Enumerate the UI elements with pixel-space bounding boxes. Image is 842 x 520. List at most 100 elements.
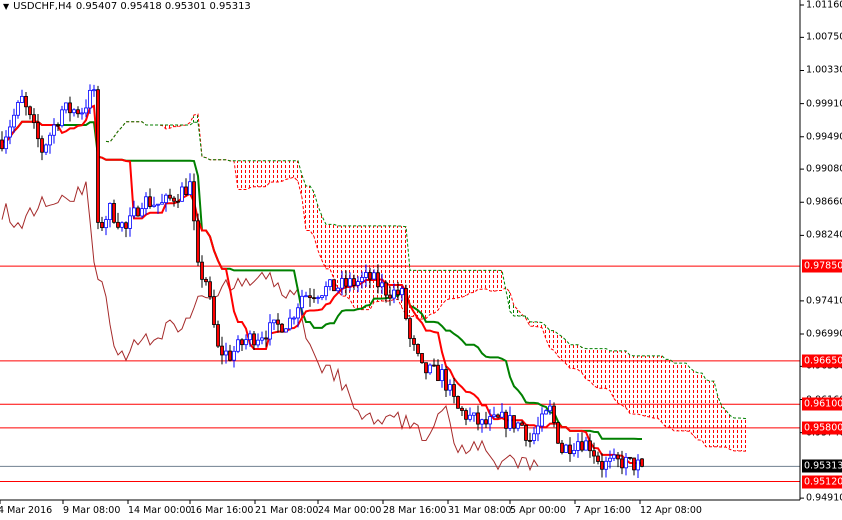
cloud-segment xyxy=(362,225,366,310)
bear-candle xyxy=(24,95,28,108)
bull-candle xyxy=(508,415,512,429)
x-axis-label: 21 Mar 08:00 xyxy=(255,505,319,516)
bull-candle xyxy=(540,413,544,427)
bear-candle xyxy=(384,282,388,296)
dropdown-triangle-icon[interactable]: ▼ xyxy=(3,2,9,11)
level-price-badge: 0.96650 xyxy=(802,354,842,368)
bear-candle xyxy=(252,333,256,346)
bull-candle xyxy=(128,215,132,229)
bull-candle xyxy=(224,350,228,356)
cloud-segment xyxy=(618,350,622,406)
bear-candle xyxy=(68,102,72,114)
bear-candle xyxy=(148,196,152,207)
y-axis-label: 0.98240 xyxy=(806,229,842,241)
cloud-segment xyxy=(482,270,486,290)
bull-candle xyxy=(336,287,340,292)
candles xyxy=(0,84,644,478)
bull-candle xyxy=(340,278,344,289)
cloud-segment xyxy=(486,270,490,291)
bull-candle xyxy=(480,419,484,425)
bull-candle xyxy=(300,295,304,309)
bear-candle xyxy=(560,442,564,453)
cloud-segment xyxy=(262,160,266,187)
bear-candle xyxy=(36,122,40,140)
cloud-segment xyxy=(454,270,458,299)
bull-candle xyxy=(64,102,68,111)
cloud-segment xyxy=(450,270,454,299)
cloud-segment xyxy=(570,344,574,369)
bull-candle xyxy=(180,186,184,202)
bear-candle xyxy=(388,294,392,299)
bear-candle xyxy=(220,345,224,356)
bear-candle xyxy=(464,410,468,420)
cloud-segment xyxy=(726,410,730,450)
bear-candle xyxy=(344,278,348,287)
bear-candle xyxy=(420,353,424,364)
bear-candle xyxy=(568,444,572,455)
cloud-segment xyxy=(594,348,598,389)
bull-candle xyxy=(576,441,580,451)
price-chart[interactable] xyxy=(0,0,842,520)
bull-candle xyxy=(88,89,92,109)
bull-candle xyxy=(236,339,240,352)
bull-candle xyxy=(20,95,24,103)
bear-candle xyxy=(56,124,60,127)
cloud-segment xyxy=(310,186,314,237)
bear-candle xyxy=(484,419,488,425)
cloud-segment xyxy=(286,160,290,180)
bull-candle xyxy=(448,384,452,391)
cloud-segment xyxy=(598,348,602,389)
bull-candle xyxy=(156,203,160,206)
bull-candle xyxy=(120,222,124,228)
cloud-segment xyxy=(282,160,286,182)
bull-candle xyxy=(4,136,8,150)
bear-candle xyxy=(216,324,220,347)
bear-candle xyxy=(228,350,232,361)
bear-candle xyxy=(176,200,180,203)
cloud-segment xyxy=(646,355,650,418)
cloud-segment xyxy=(694,371,698,440)
bull-candle xyxy=(380,282,384,288)
bull-candle xyxy=(428,364,432,374)
bear-candle xyxy=(280,323,284,333)
cloud-segment xyxy=(626,350,630,414)
bear-candle xyxy=(588,440,592,452)
cloud-segment xyxy=(678,363,682,431)
cloud-segment xyxy=(702,373,706,447)
cloud-segment xyxy=(722,406,726,448)
bull-candle xyxy=(364,272,368,278)
bear-candle xyxy=(76,109,80,115)
cloud-segment xyxy=(434,270,438,314)
cloud-segment xyxy=(550,330,554,351)
bull-candle xyxy=(516,422,520,429)
cloud-segment xyxy=(698,372,702,441)
bear-candle xyxy=(524,424,528,441)
cloud-segment xyxy=(458,270,462,298)
bull-candle xyxy=(284,328,288,333)
bull-candle xyxy=(8,126,12,138)
x-axis-label: 24 Mar 00:00 xyxy=(318,505,382,516)
bear-candle xyxy=(476,412,480,425)
x-axis-label: 12 Apr 08:00 xyxy=(640,505,702,516)
level-price-badge: 0.95120 xyxy=(802,475,842,489)
bull-candle xyxy=(232,350,236,361)
cloud-segment xyxy=(562,336,566,364)
cloud-segment xyxy=(738,417,742,452)
bull-candle xyxy=(544,410,548,415)
bull-candle xyxy=(328,279,332,288)
bear-candle xyxy=(312,297,316,300)
cloud-segment xyxy=(238,160,242,190)
cloud-segment xyxy=(274,160,278,183)
bear-candle xyxy=(432,364,436,367)
bear-candle xyxy=(512,415,516,429)
bear-candle xyxy=(452,384,456,397)
bull-candle xyxy=(492,414,496,418)
x-axis-label: 28 Mar 16:00 xyxy=(383,505,447,516)
cloud-segment xyxy=(686,363,690,432)
bear-candle xyxy=(28,106,32,116)
cloud-segment xyxy=(638,355,642,416)
y-axis-label: 0.94910 xyxy=(806,492,842,504)
bear-candle xyxy=(32,114,36,124)
bear-candle xyxy=(264,337,268,340)
bull-candle xyxy=(84,107,88,114)
